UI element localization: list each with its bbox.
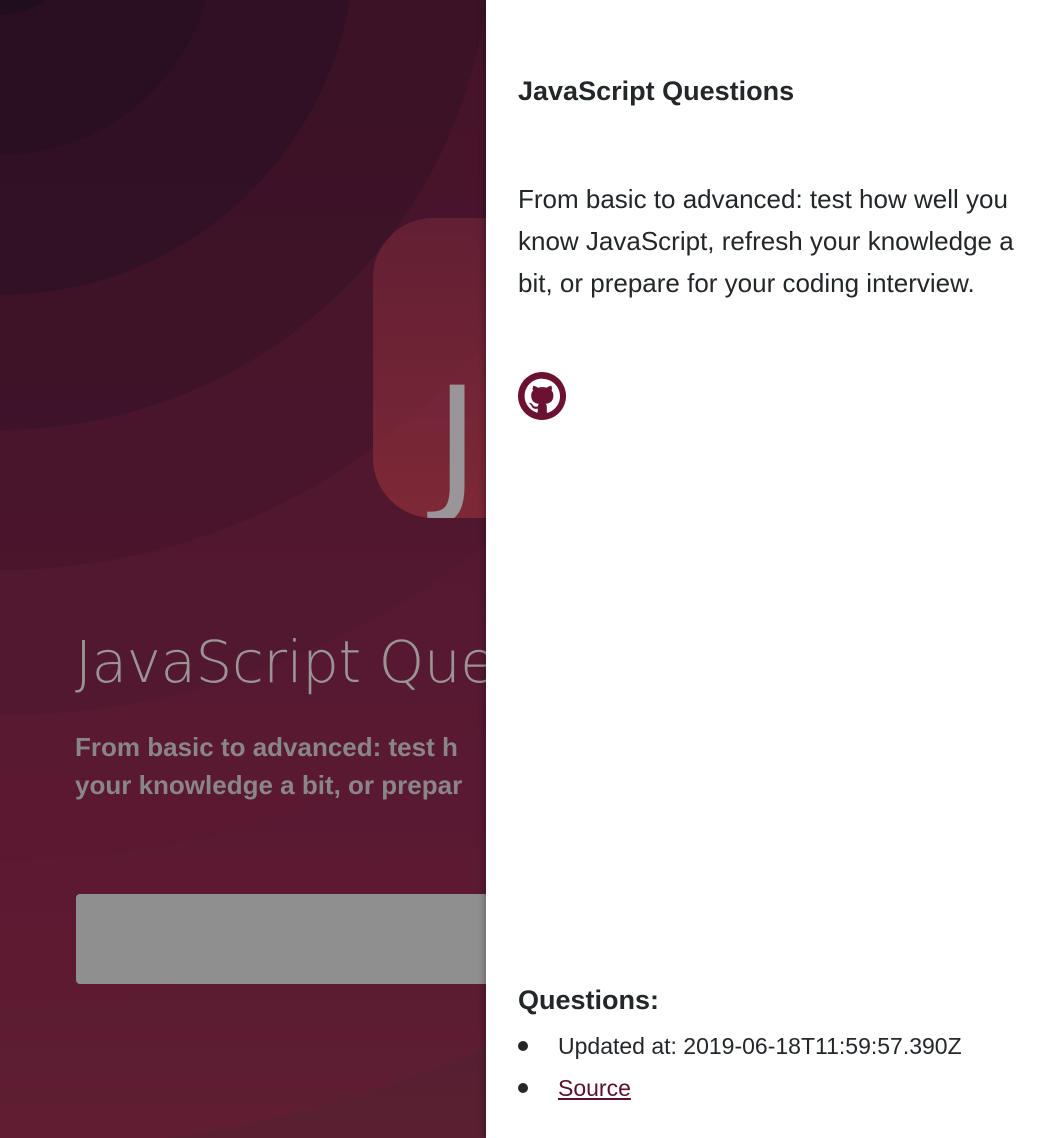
github-icon bbox=[518, 372, 566, 420]
github-link[interactable] bbox=[518, 372, 566, 420]
source-link[interactable]: Source bbox=[558, 1075, 631, 1101]
list-item-source: Source bbox=[518, 1068, 962, 1110]
drawer-title: JavaScript Questions bbox=[518, 76, 795, 106]
info-drawer: JavaScript Questions From basic to advan… bbox=[486, 0, 1046, 1138]
updated-at-text: Updated at: 2019-06-18T11:59:57.390Z bbox=[558, 1033, 962, 1059]
page: J JavaScript Ques From basic to advanced… bbox=[0, 0, 1046, 1138]
questions-list: Updated at: 2019-06-18T11:59:57.390Z Sou… bbox=[518, 1026, 962, 1110]
drawer-description: From basic to advanced: test how well yo… bbox=[518, 184, 1014, 298]
app-logo-letter: J bbox=[435, 356, 480, 518]
bullet-icon bbox=[518, 1041, 528, 1051]
app-title: JavaScript Ques bbox=[75, 628, 526, 696]
bullet-icon bbox=[518, 1083, 528, 1093]
list-item-updated: Updated at: 2019-06-18T11:59:57.390Z bbox=[518, 1026, 962, 1068]
app-description-line: From basic to advanced: test h bbox=[75, 732, 458, 762]
app-description: From basic to advanced: test h your know… bbox=[75, 728, 462, 804]
questions-heading: Questions: bbox=[518, 985, 660, 1015]
app-description-line: your knowledge a bit, or prepar bbox=[75, 770, 463, 800]
